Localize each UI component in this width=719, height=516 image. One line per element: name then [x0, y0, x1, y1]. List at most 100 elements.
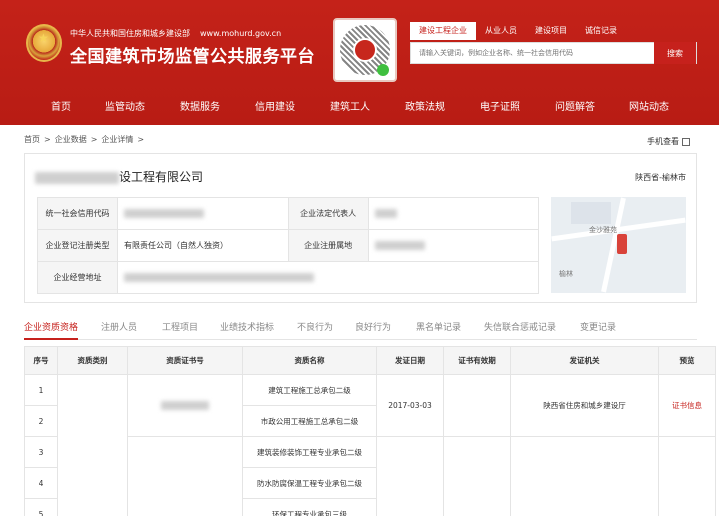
tab-performance[interactable]: 业绩技术指标 [220, 320, 274, 340]
breadcrumb-home[interactable]: 首页 [24, 135, 40, 144]
breadcrumb-sep: > [44, 135, 51, 144]
table-row: 3 建筑装修装饰工程专业承包二级 [24, 436, 716, 516]
row-no: 2 [24, 405, 58, 437]
table-row: 1 建筑工程施工总承包二级 2017-03-03 陕西省住房和城乡建设厅 证书信… [24, 374, 716, 516]
search-box: 建设工程企业 从业人员 建设项目 诚信记录 搜索 [410, 22, 697, 66]
redacted-text [123, 273, 314, 282]
site-title[interactable]: 全国建筑市场监管公共服务平台 [70, 42, 315, 67]
ministry-name: 中华人民共和国住房和城乡建设部 [70, 29, 190, 38]
col-header-cert-no: 资质证书号 [127, 346, 243, 375]
breadcrumb-enterprise-detail[interactable]: 企业详情 [101, 135, 133, 144]
address-value [116, 261, 540, 294]
search-tab-credit[interactable]: 诚信记录 [576, 22, 626, 40]
qual-category [57, 374, 128, 516]
reg-type-value: 有限责任公司（自然人独资） [116, 229, 289, 262]
col-header-validity: 证书有效期 [443, 346, 511, 375]
nav-home[interactable]: 首页 [51, 90, 71, 125]
site-header: ★ 中华人民共和国住房和城乡建设部 www.mohurd.gov.cn 全国建筑市… [0, 0, 719, 125]
reg-place-label: 企业注册属地 [287, 229, 369, 262]
tab-qualifications[interactable]: 企业资质资格 [24, 320, 79, 340]
row-no: 3 [24, 436, 58, 468]
preview-cell [658, 436, 716, 516]
main-nav: 首页 监管动态 数据服务 信用建设 建筑工人 政策法规 电子证照 问题解答 网站… [0, 90, 719, 125]
company-info-table: 统一社会信用代码 企业法定代表人 企业登记注册类型 有限责任公司（自然人独资） … [37, 197, 540, 294]
search-input[interactable] [411, 43, 656, 63]
col-header-issuer: 发证机关 [510, 346, 659, 375]
cert-no [127, 374, 243, 437]
company-name-visible: 设工程有限公司 [119, 170, 204, 184]
search-tab-enterprise[interactable]: 建设工程企业 [410, 22, 476, 40]
map-label-2: 榆林 [559, 270, 573, 278]
mobile-view-link[interactable]: 手机查看 [647, 136, 690, 147]
tab-registered-personnel[interactable]: 注册人员 [101, 320, 137, 340]
col-header-name: 资质名称 [242, 346, 377, 375]
col-header-no: 序号 [24, 346, 58, 375]
company-name: 设工程有限公司 [35, 168, 203, 185]
tab-bad-behavior[interactable]: 不良行为 [297, 320, 333, 340]
credit-code-value [116, 197, 289, 230]
breadcrumb: 首页 > 企业数据 > 企业详情 > [24, 134, 148, 145]
company-card: 设工程有限公司 陕西省-榆林市 统一社会信用代码 企业法定代表人 企业登记注册类… [24, 153, 697, 303]
issuer: 陕西省住房和城乡建设厅 [510, 374, 659, 437]
tab-change-records[interactable]: 变更记录 [580, 320, 616, 340]
company-location: 陕西省-榆林市 [635, 173, 686, 182]
search-tab-project[interactable]: 建设项目 [526, 22, 576, 40]
tab-dishonesty[interactable]: 失信联合惩戒记录 [484, 320, 556, 340]
breadcrumb-enterprise-data[interactable]: 企业数据 [55, 135, 87, 144]
cert-no [127, 436, 243, 516]
issue-date: 2017-03-03 [376, 374, 444, 437]
detail-tabs: 企业资质资格 注册人员 工程项目 业绩技术指标 不良行为 良好行为 黑名单记录 … [24, 320, 697, 340]
nav-e-license[interactable]: 电子证照 [480, 90, 520, 125]
mobile-view-label: 手机查看 [647, 137, 679, 146]
site-subtitle: 中华人民共和国住房和城乡建设部 www.mohurd.gov.cn [70, 28, 281, 39]
location-map[interactable]: 金沙雅苑 榆林 [551, 197, 686, 293]
nav-regulation-news[interactable]: 监管动态 [105, 90, 145, 125]
nav-site-news[interactable]: 网站动态 [629, 90, 669, 125]
validity [443, 374, 511, 437]
redacted-text [374, 241, 425, 250]
qual-name: 防水防腐保温工程专业承包二级 [242, 467, 377, 499]
national-emblem-icon: ★ [26, 24, 62, 62]
col-header-issue-date: 发证日期 [376, 346, 444, 375]
qual-name: 建筑工程施工总承包二级 [242, 374, 377, 406]
nav-workers[interactable]: 建筑工人 [330, 90, 370, 125]
tab-blacklist[interactable]: 黑名单记录 [416, 320, 461, 340]
qualification-table: 序号 资质类别 资质证书号 资质名称 发证日期 证书有效期 发证机关 预览 1 … [24, 346, 716, 516]
redacted-text [161, 401, 209, 411]
nav-credit[interactable]: 信用建设 [255, 90, 295, 125]
breadcrumb-sep: > [137, 135, 145, 144]
redacted-text [374, 209, 397, 218]
row-no: 5 [24, 498, 58, 516]
tab-projects[interactable]: 工程项目 [162, 320, 198, 340]
search-tab-personnel[interactable]: 从业人员 [476, 22, 526, 40]
search-button[interactable]: 搜索 [654, 42, 696, 64]
issue-date [376, 436, 444, 516]
reg-place-value [367, 229, 540, 262]
nav-faq[interactable]: 问题解答 [555, 90, 595, 125]
nav-data-service[interactable]: 数据服务 [180, 90, 220, 125]
qual-name: 建筑装修装饰工程专业承包二级 [242, 436, 377, 468]
legal-rep-value [367, 197, 540, 230]
row-no: 4 [24, 467, 58, 499]
reg-type-label: 企业登记注册类型 [37, 229, 118, 262]
cert-info-link[interactable]: 证书信息 [658, 374, 716, 437]
search-tabs: 建设工程企业 从业人员 建设项目 诚信记录 [410, 22, 626, 40]
credit-code-label: 统一社会信用代码 [37, 197, 118, 230]
cert-info-link-label[interactable]: 证书信息 [672, 401, 702, 410]
qual-name: 环保工程专业承包三级 [242, 498, 377, 516]
tab-good-behavior[interactable]: 良好行为 [355, 320, 391, 340]
header-top: ★ 中华人民共和国住房和城乡建设部 www.mohurd.gov.cn 全国建筑市… [0, 0, 719, 90]
row-no: 1 [24, 374, 58, 406]
qr-code-icon [333, 18, 397, 82]
issuer [510, 436, 659, 516]
mobile-qr-icon [682, 137, 690, 146]
nav-policy[interactable]: 政策法规 [405, 90, 445, 125]
search-input-wrap: 搜索 [410, 42, 697, 64]
qual-name: 市政公用工程施工总承包二级 [242, 405, 377, 437]
breadcrumb-sep: > [90, 135, 98, 144]
address-label: 企业经营地址 [37, 261, 118, 294]
validity [443, 436, 511, 516]
table-header-row: 序号 资质类别 资质证书号 资质名称 发证日期 证书有效期 发证机关 预览 [24, 346, 716, 375]
col-header-category: 资质类别 [57, 346, 128, 375]
map-pin-icon [617, 234, 627, 254]
